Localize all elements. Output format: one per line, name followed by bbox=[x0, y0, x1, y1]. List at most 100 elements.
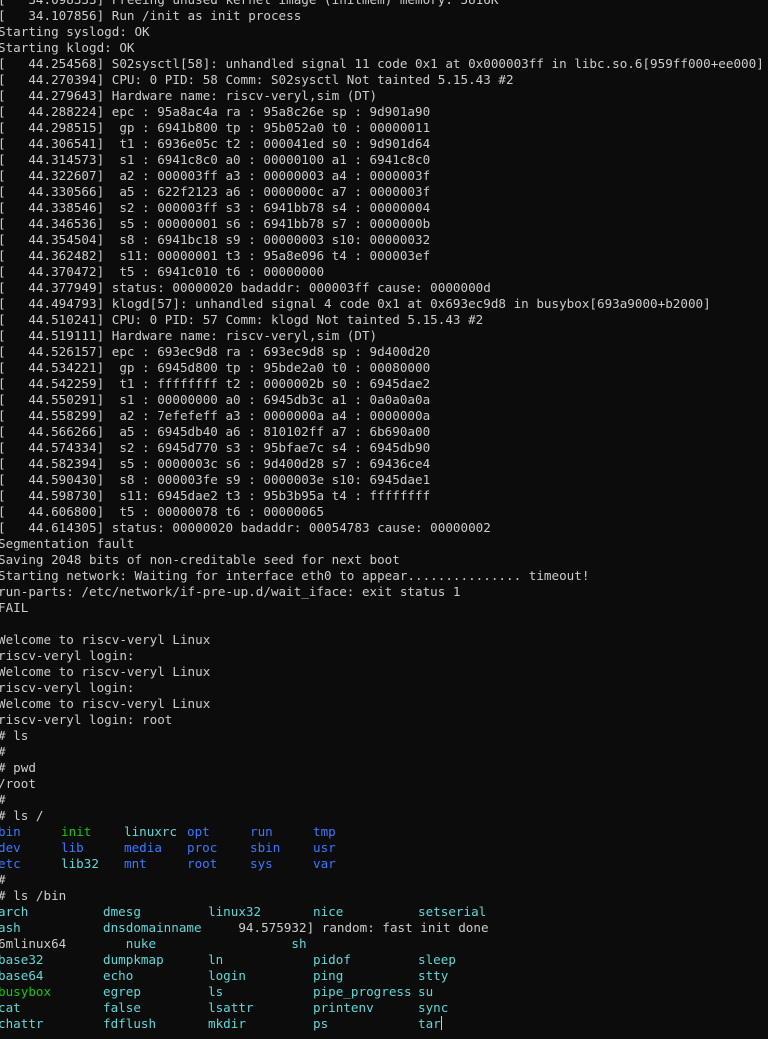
terminal-line: Starting syslogd: OK bbox=[0, 24, 150, 39]
terminal-line: [ 44.566266] a5 : 6945db40 a6 : 810102ff… bbox=[0, 424, 431, 439]
listing-entry: sbin bbox=[250, 840, 281, 855]
listing-entry: ash bbox=[0, 920, 21, 935]
terminal-line: [ 44.288224] epc : 95a8ac4a ra : 95a8c26… bbox=[0, 104, 431, 119]
listing-entry: false bbox=[103, 1000, 141, 1015]
listing-entry: opt bbox=[187, 824, 210, 839]
listing-entry: cat bbox=[0, 1000, 21, 1015]
listing-entry: dnsdomainname bbox=[103, 920, 202, 935]
listing-entry: pipe_progress bbox=[313, 984, 412, 999]
terminal-line: # ls bbox=[0, 728, 29, 743]
terminal-line: [ 44.362482] s11: 00000001 t3 : 95a8e096… bbox=[0, 248, 431, 263]
listing-entry: base32 bbox=[0, 952, 44, 967]
ls-root-row: bin init linuxrc opt run tmp bbox=[0, 824, 768, 840]
listing-entry: tmp bbox=[313, 824, 336, 839]
listing-entry: etc bbox=[0, 856, 21, 871]
terminal-line: # bbox=[0, 872, 768, 888]
listing-entry: linux32 bbox=[208, 904, 262, 919]
ls-bin-row: cat false lsattr printenv sync bbox=[0, 1000, 768, 1016]
listing-entry: root bbox=[187, 856, 218, 871]
listing-entry: media bbox=[124, 840, 162, 855]
listing-entry: mkdir bbox=[208, 1016, 246, 1031]
listing-entry: dumpkmap bbox=[103, 952, 164, 967]
listing-entry: tar bbox=[418, 1016, 441, 1031]
listing-entry: init bbox=[61, 824, 92, 839]
terminal-line: Welcome to riscv-veryl Linux bbox=[0, 696, 211, 711]
listing-entry: run bbox=[250, 824, 273, 839]
terminal-line: riscv-veryl login: root bbox=[0, 712, 173, 727]
listing-entry: linuxrc bbox=[124, 824, 178, 839]
listing-entry: dmesg bbox=[103, 904, 141, 919]
listing-entry: login bbox=[208, 968, 246, 983]
terminal-line: # ls /bin bbox=[0, 888, 67, 903]
ls-bin-row: chattr fdflush mkdir ps tar bbox=[0, 1016, 768, 1032]
listing-entry: su bbox=[418, 984, 434, 999]
listing-entry: bin bbox=[0, 824, 21, 839]
terminal-line: [ 44.270394] CPU: 0 PID: 58 Comm: S02sys… bbox=[0, 72, 514, 87]
listing-entry: ps bbox=[313, 1016, 329, 1031]
terminal-line: Saving 2048 bits of non-creditable seed … bbox=[0, 552, 400, 567]
listing-entry: ln bbox=[208, 952, 224, 967]
listing-entry: arch bbox=[0, 904, 29, 919]
terminal-line: [ 44.606800] t5 : 00000078 t6 : 00000065 bbox=[0, 504, 325, 519]
ls-bin-row: base64 echo login ping stty bbox=[0, 968, 768, 984]
terminal-line: [ 44.534221] gp : 6945d800 tp : 95bde2a0… bbox=[0, 360, 431, 375]
terminal-line: [ 44.354504] s8 : 6941bc18 s9 : 00000003… bbox=[0, 232, 431, 247]
terminal-line: # pwd bbox=[0, 760, 36, 775]
listing-entry: 6mlinux64 bbox=[0, 936, 67, 951]
listing-entry: mnt bbox=[124, 856, 147, 871]
terminal-line: [ 44.377949] status: 00000020 badaddr: 0… bbox=[0, 280, 491, 295]
listing-entry: sleep bbox=[418, 952, 456, 967]
terminal-line: Welcome to riscv-veryl Linux bbox=[0, 632, 211, 647]
listing-entry: printenv bbox=[313, 1000, 374, 1015]
listing-entry: pidof bbox=[313, 952, 351, 967]
ls-bin-row: ash dnsdomainname 94.575932] random: fast… bbox=[0, 920, 768, 936]
listing-entry: egrep bbox=[103, 984, 141, 999]
listing-entry: echo bbox=[103, 968, 134, 983]
ls-bin-row: busybox egrep ls pipe_progress su bbox=[0, 984, 768, 1000]
listing-entry: lib32 bbox=[61, 856, 99, 871]
listing-entry: lib bbox=[61, 840, 84, 855]
terminal-line: [ 34.098333] Freeing unused kernel image… bbox=[0, 0, 768, 8]
terminal-line: [ 34.107856] Run /init as init process bbox=[0, 8, 302, 23]
listing-entry: stty bbox=[418, 968, 449, 983]
ls-bin-row: arch dmesg linux32 nice setserial bbox=[0, 904, 768, 920]
terminal-line: FAIL bbox=[0, 600, 29, 615]
listing-entry: chattr bbox=[0, 1016, 44, 1031]
terminal-line: [ 44.338546] s2 : 000003ff s3 : 6941bb78… bbox=[0, 200, 431, 215]
listing-entry: proc bbox=[187, 840, 218, 855]
listing-entry: nuke bbox=[103, 936, 157, 951]
ls-root-row: etc lib32 mnt root sys var bbox=[0, 856, 768, 872]
terminal-line: [ 44.574334] s2 : 6945d770 s3 : 95bfae7c… bbox=[0, 440, 431, 455]
terminal-line: [ 44.494793] klogd[57]: unhandled signal… bbox=[0, 296, 711, 311]
terminal-line: [ 44.614305] status: 00000020 badaddr: 0… bbox=[0, 520, 491, 535]
listing-entry: ping bbox=[313, 968, 344, 983]
terminal-line: [ 44.558299] a2 : 7efefeff a3 : 0000000a… bbox=[0, 408, 431, 423]
ls-bin-row: base32 dumpkmap ln pidof sleep bbox=[0, 952, 768, 968]
terminal-line: Segmentation fault bbox=[0, 536, 135, 551]
listing-entry: base64 bbox=[0, 968, 44, 983]
ls-root-row: dev lib media proc sbin usr bbox=[0, 840, 768, 856]
terminal-line: [ 44.370472] t5 : 6941c010 t6 : 00000000 bbox=[0, 264, 325, 279]
listing-entry: usr bbox=[313, 840, 336, 855]
terminal-line: riscv-veryl login: bbox=[0, 648, 135, 663]
listing-entry: sys bbox=[250, 856, 273, 871]
terminal-line: run-parts: /etc/network/if-pre-up.d/wait… bbox=[0, 584, 461, 599]
terminal-line: [ 44.582394] s5 : 0000003c s6 : 9d400d28… bbox=[0, 456, 431, 471]
listing-entry: lsattr bbox=[208, 1000, 254, 1015]
terminal-line: [ 44.519111] Hardware name: riscv-veryl,… bbox=[0, 328, 378, 343]
terminal-line: # bbox=[0, 792, 768, 808]
terminal-line: /root bbox=[0, 776, 36, 791]
terminal-line: [ 44.550291] s1 : 00000000 a0 : 6945db3c… bbox=[0, 392, 431, 407]
terminal-output[interactable]: [ 34.098333] Freeing unused kernel image… bbox=[0, 0, 768, 1032]
terminal-line: Starting network: Waiting for interface … bbox=[0, 568, 590, 583]
terminal-line: # bbox=[0, 744, 768, 760]
listing-entry: sync bbox=[418, 1000, 449, 1015]
text-cursor bbox=[440, 1016, 442, 1030]
terminal-line: [ 44.598730] s11: 6945dae2 t3 : 95b3b95a… bbox=[0, 488, 431, 503]
terminal-line: [ 44.510241] CPU: 0 PID: 57 Comm: klogd … bbox=[0, 312, 484, 327]
terminal-line: [ 44.306541] t1 : 6936e05c t2 : 000041ed… bbox=[0, 136, 431, 151]
listing-entry: busybox bbox=[0, 984, 52, 999]
terminal-line: [ 44.330566] a5 : 622f2123 a6 : 0000000c… bbox=[0, 184, 431, 199]
terminal-line: Starting klogd: OK bbox=[0, 40, 135, 55]
listing-entry: fdflush bbox=[103, 1016, 157, 1031]
